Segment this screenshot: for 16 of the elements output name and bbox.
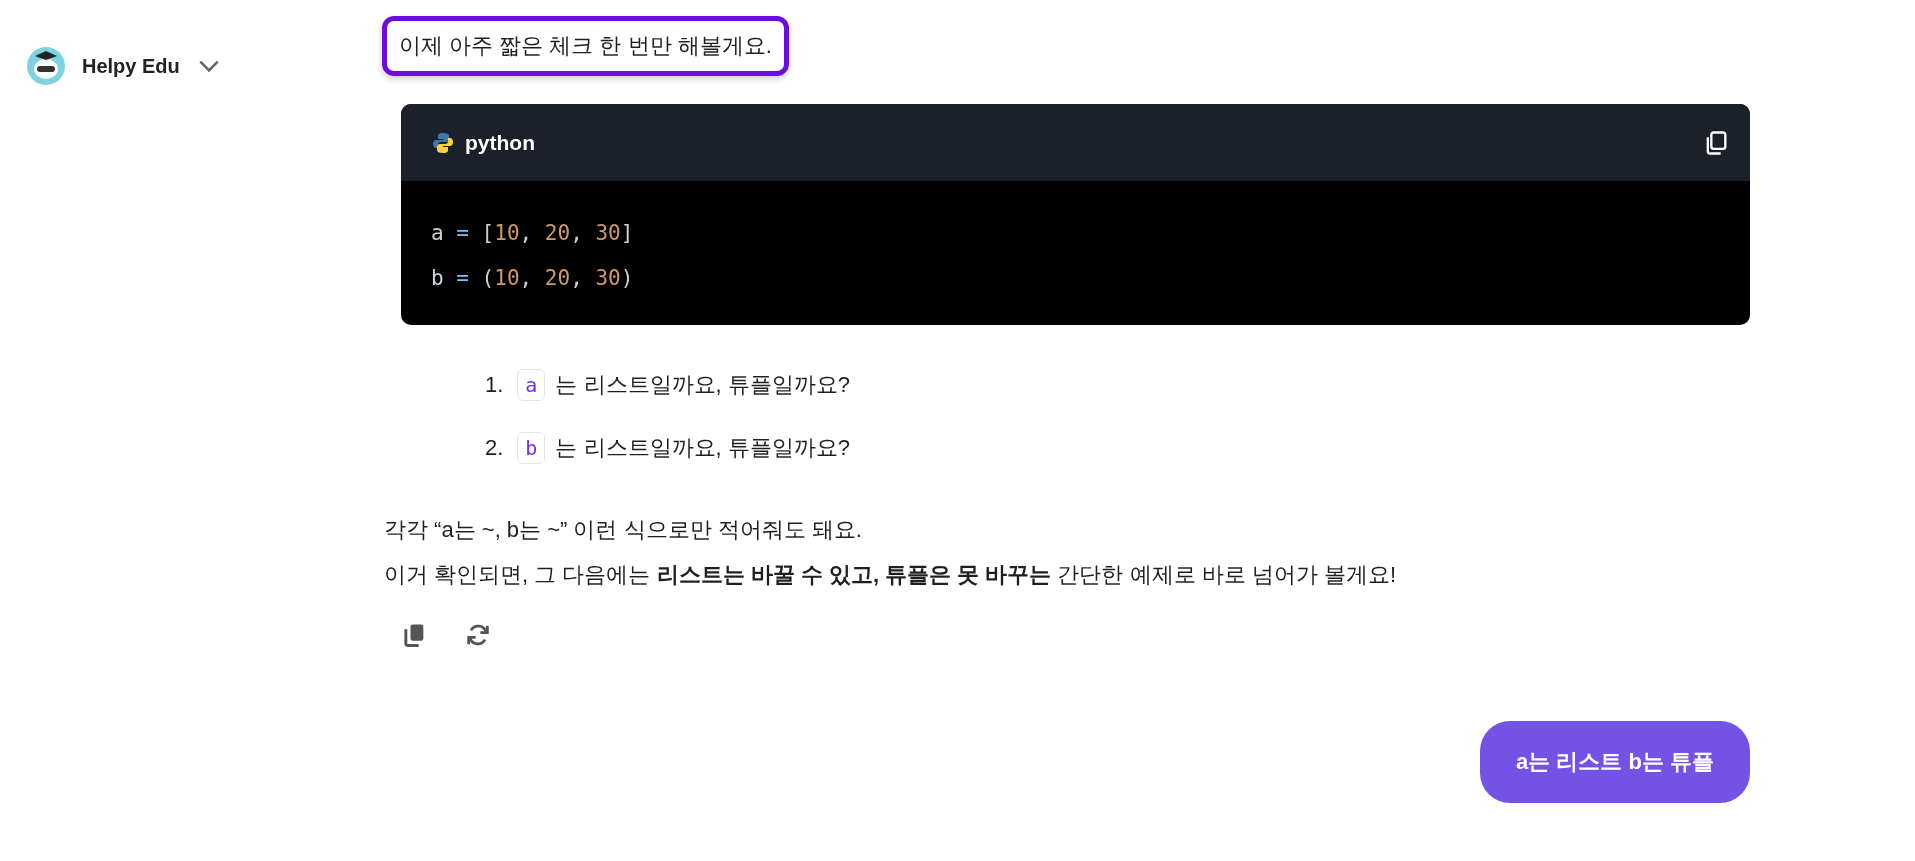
language-label: python xyxy=(465,130,535,155)
list-number: 1. xyxy=(485,371,504,398)
python-logo-icon xyxy=(431,130,455,155)
app-name: Helpy Edu xyxy=(82,54,180,78)
paragraph: 이거 확인되면, 그 다음에는 리스트는 바꿀 수 있고, 튜플은 못 바꾸는 간단한 예제로 바로 넘어가 볼게요! xyxy=(384,561,1398,589)
inline-code: a xyxy=(517,368,546,401)
question-text: 는 리스트일까요, 튜플일까요? xyxy=(555,433,850,462)
list-number: 2. xyxy=(485,434,504,461)
inline-code: b xyxy=(517,431,546,464)
highlighted-message: 이제 아주 짧은 체크 한 번만 해볼게요. xyxy=(382,16,789,76)
code-line: b = (10, 20, 30) xyxy=(431,265,635,292)
code-line: a = [10, 20, 30] xyxy=(431,220,635,247)
question-text: 는 리스트일까요, 튜플일까요? xyxy=(555,370,850,399)
user-message-bubble: a는 리스트 b는 튜플 xyxy=(1480,721,1750,803)
paragraph: 각각 “a는 ~, b는 ~” 이런 식으로만 적어줘도 돼요. xyxy=(384,516,863,544)
mascot-avatar-icon xyxy=(26,46,66,86)
